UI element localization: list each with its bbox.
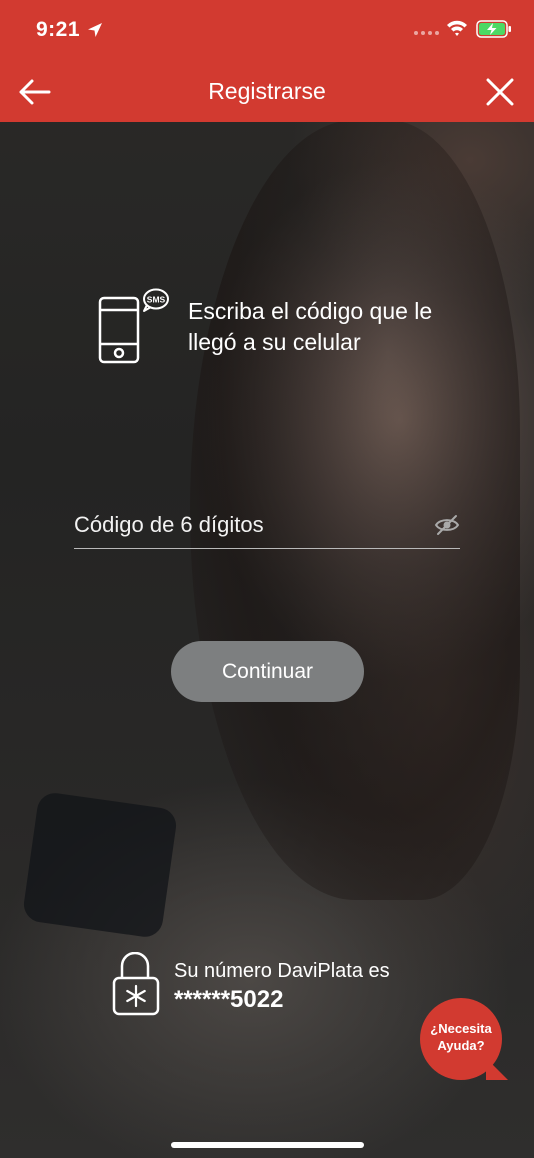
daviplata-number-label: Su número DaviPlata es bbox=[174, 960, 390, 982]
status-bar: 9:21 bbox=[0, 0, 534, 62]
close-icon[interactable] bbox=[484, 76, 516, 108]
help-label: ¿Necesita Ayuda? bbox=[430, 1021, 492, 1053]
sms-badge-label: SMS bbox=[147, 295, 166, 305]
battery-charging-icon bbox=[476, 20, 511, 38]
continue-button[interactable]: Continuar bbox=[171, 641, 364, 702]
code-input[interactable] bbox=[74, 506, 424, 544]
cellular-signal-icon bbox=[414, 31, 439, 35]
instruction-text: Escriba el código que le llegó a su celu… bbox=[188, 298, 433, 355]
lock-asterisk-icon bbox=[112, 952, 160, 1016]
page-title: Registrarse bbox=[208, 78, 326, 104]
code-field bbox=[74, 506, 460, 549]
home-indicator[interactable] bbox=[171, 1142, 364, 1148]
phone-sms-icon: SMS bbox=[98, 288, 169, 364]
help-button[interactable]: ¿Necesita Ayuda? bbox=[420, 998, 510, 1082]
status-time: 9:21 bbox=[36, 18, 81, 41]
eye-hidden-icon[interactable] bbox=[434, 514, 460, 536]
background-phone bbox=[21, 790, 179, 940]
location-arrow-icon bbox=[88, 23, 102, 37]
top-navbar: Registrarse bbox=[0, 62, 534, 122]
wifi-icon bbox=[447, 20, 467, 36]
